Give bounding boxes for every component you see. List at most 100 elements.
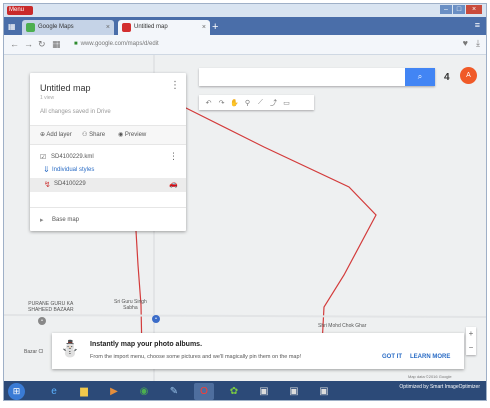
share-icon: ⚇ — [82, 132, 88, 138]
window-icon[interactable]: ▣ — [314, 383, 334, 400]
preview-label: Preview — [124, 132, 147, 138]
base-map-label: Base map — [52, 217, 80, 223]
search-button[interactable]: ⌕ — [405, 68, 435, 86]
maps-favicon-icon — [26, 23, 35, 32]
browser-window: Menu – □ × ▦ Google Maps × Untitled map … — [3, 3, 487, 401]
address-actions: ♥ ⤓ — [463, 38, 480, 49]
eye-icon: ◉ — [118, 132, 124, 138]
map-views: 1 view — [40, 95, 55, 101]
map-road — [4, 314, 486, 318]
tab-bar: ▦ Google Maps × Untitled map × + ≡ — [4, 17, 486, 35]
folder-icon[interactable]: ▆ — [74, 383, 94, 400]
forward-icon[interactable]: → — [24, 38, 33, 50]
save-status: All changes saved in Drive — [40, 109, 111, 115]
map-attribution: Map data ©2016 Google — [408, 374, 452, 379]
share-button[interactable]: ⚇ Share — [82, 131, 105, 138]
search-icon: ⌕ — [417, 72, 423, 81]
back-icon[interactable]: ← — [10, 38, 19, 50]
address-bar: ← → ↻ ▦ ■ www.google.com/maps/d/edit ♥ ⤓ — [4, 35, 486, 55]
map-title[interactable]: Untitled map — [40, 83, 91, 93]
place-label-text: Sri Guru Singh Sabha — [114, 299, 147, 311]
zoom-out-button[interactable]: − — [466, 341, 476, 355]
download-icon[interactable]: ⤓ — [476, 38, 480, 49]
tip-banner: ⛄ Instantly map your photo albums. From … — [52, 333, 464, 369]
layer-checkbox[interactable]: ☑ — [40, 153, 46, 161]
banner-body: From the import menu, choose some pictur… — [90, 354, 302, 360]
paint-icon[interactable]: ✿ — [224, 383, 244, 400]
banner-title: Instantly map your photo albums. — [90, 341, 203, 348]
tab-menu-icon[interactable]: ≡ — [475, 20, 480, 30]
map-options-icon[interactable]: ⋮ — [170, 81, 180, 91]
mymaps-favicon-icon — [122, 23, 131, 32]
zoom-in-button[interactable]: + — [466, 327, 476, 341]
place-label[interactable]: Sri Guru Singh Sabha — [114, 299, 147, 311]
chrome-icon[interactable]: ◉ — [134, 383, 154, 400]
paint-roller-icon: ⇓ — [43, 165, 50, 174]
speed-dial-icon[interactable]: ▦ — [52, 38, 61, 50]
share-label: Share — [89, 132, 106, 138]
tab-grid-icon[interactable]: ▦ — [8, 22, 18, 32]
ruler-icon[interactable]: ▭ — [280, 99, 293, 107]
hand-icon[interactable]: ✋ — [228, 99, 241, 107]
map-canvas[interactable]: Untitled map 1 view All changes saved in… — [4, 55, 486, 381]
app-icon[interactable]: ✎ — [164, 383, 184, 400]
preview-button[interactable]: ◉ Preview — [118, 131, 146, 138]
close-tab-icon[interactable]: × — [106, 20, 110, 35]
draw-line-icon[interactable]: ⟋ — [254, 99, 267, 107]
car-icon[interactable]: 🚗 — [169, 180, 178, 188]
add-layer-button[interactable]: ⊕ Add layer — [40, 131, 72, 138]
window-icon[interactable]: ▣ — [254, 383, 274, 400]
tab-untitled-map[interactable]: Untitled map × — [118, 20, 210, 35]
notification-count-icon[interactable]: 4 — [444, 72, 450, 83]
learn-more-link[interactable]: LEARN MORE — [410, 354, 450, 360]
maximize-button[interactable]: □ — [453, 5, 465, 14]
place-label[interactable]: Shri Mohd Chok Ghar — [318, 323, 366, 329]
layer-name[interactable]: SD4100229.kml — [51, 154, 94, 160]
media-icon[interactable]: ▶ — [104, 383, 124, 400]
start-button[interactable]: ⊞ — [8, 383, 25, 400]
new-tab-button[interactable]: + — [212, 20, 218, 34]
place-label[interactable]: PURANE GURU KA SHAHEED BAZAAR — [28, 301, 74, 313]
place-label-text: PURANE GURU KA SHAHEED BAZAAR — [28, 301, 74, 313]
lock-icon: ■ — [74, 41, 78, 47]
base-map-row[interactable]: ▸ Base map — [30, 207, 186, 232]
individual-styles-link[interactable]: Individual styles — [52, 167, 94, 173]
add-layer-label: Add layer — [46, 132, 72, 138]
directions-icon[interactable]: ⤴ — [267, 98, 280, 108]
panel-actions: ⊕ Add layer ⚇ Share ◉ Preview — [30, 125, 186, 145]
opera-icon[interactable]: O — [194, 383, 214, 400]
opera-menu-button[interactable]: Menu — [7, 6, 33, 15]
reload-icon[interactable]: ↻ — [38, 38, 46, 50]
tab-label: Untitled map — [134, 24, 168, 30]
layer-section: ☑ SD4100229.kml ⋮ ⇓ Individual styles ↯ … — [30, 145, 186, 207]
search-input[interactable] — [199, 68, 399, 86]
ie-icon[interactable]: e — [44, 383, 64, 400]
tab-google-maps[interactable]: Google Maps × — [22, 20, 114, 35]
window-controls: – □ × — [440, 5, 482, 14]
close-tab-icon[interactable]: × — [202, 20, 206, 35]
item-name: SD4100229 — [54, 181, 86, 187]
place-label[interactable]: Bazar Cl — [24, 349, 43, 355]
window-icon[interactable]: ▣ — [284, 383, 304, 400]
place-pin-icon[interactable]: • — [38, 317, 46, 325]
tab-label: Google Maps — [38, 24, 74, 30]
avatar[interactable]: A — [460, 67, 477, 84]
layer-item[interactable]: ↯ SD4100229 🚗 — [30, 178, 186, 192]
marker-icon[interactable]: ⚲ — [241, 99, 254, 107]
system-tray: Optimized by Smart ImageOptimizer — [399, 384, 480, 390]
route-line — [183, 106, 377, 346]
minimize-button[interactable]: – — [440, 5, 452, 14]
search-box: ⌕ — [199, 68, 435, 86]
close-window-button[interactable]: × — [466, 5, 482, 14]
map-editor-panel: Untitled map 1 view All changes saved in… — [30, 73, 186, 231]
layer-options-icon[interactable]: ⋮ — [169, 151, 178, 162]
undo-icon[interactable]: ↶ — [202, 99, 215, 107]
redo-icon[interactable]: ↷ — [215, 99, 228, 107]
heart-icon[interactable]: ♥ — [463, 38, 468, 49]
wizard-icon: ⛄ — [60, 341, 80, 358]
got-it-button[interactable]: GOT IT — [382, 354, 402, 360]
map-toolbar: ↶ ↷ ✋ ⚲ ⟋ ⤴ ▭ — [199, 95, 314, 110]
windows-icon: ⊞ — [12, 386, 21, 396]
url-field[interactable]: ■ www.google.com/maps/d/edit — [74, 39, 434, 50]
place-pin-icon[interactable]: • — [152, 315, 160, 323]
